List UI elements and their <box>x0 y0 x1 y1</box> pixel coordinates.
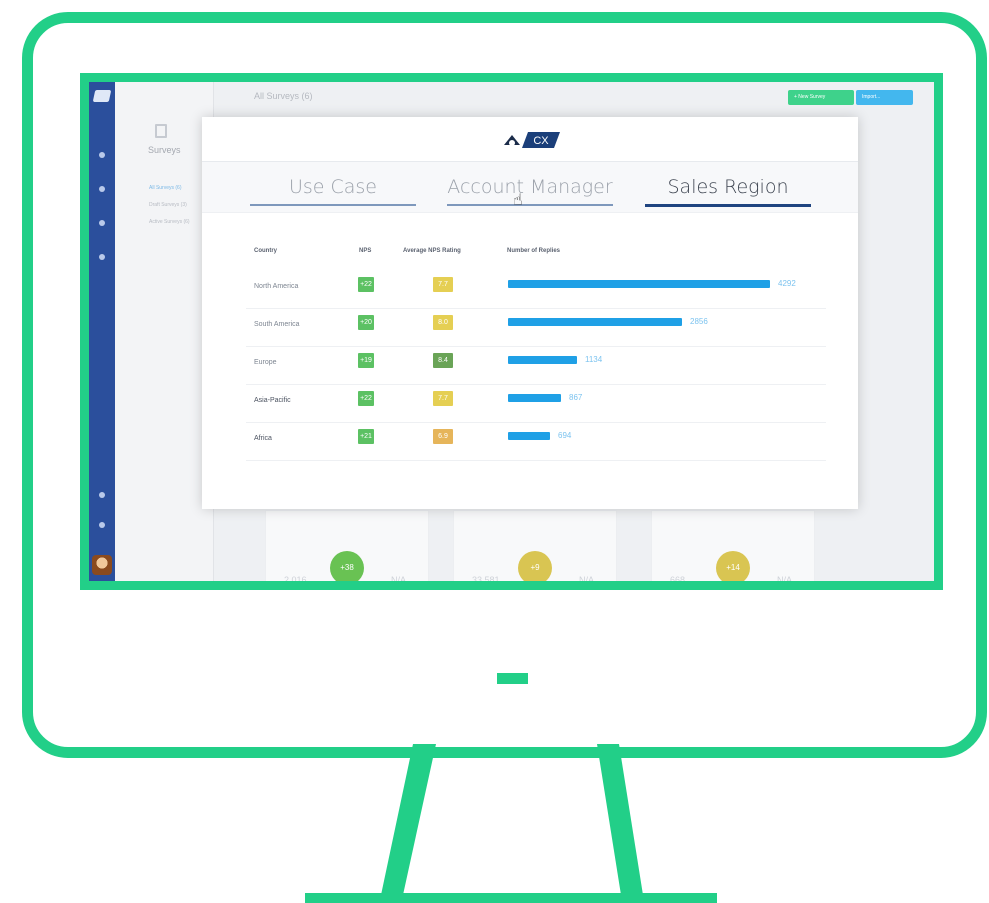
settings-icon[interactable] <box>99 522 105 528</box>
tab-use-case-underline <box>250 204 416 206</box>
import-button[interactable]: Import... <box>856 90 913 105</box>
tab-account-manager[interactable]: Account Manager <box>447 176 613 198</box>
replies-bar <box>508 432 550 440</box>
column-header-replies: Number of Replies <box>507 248 561 254</box>
country-cell: Europe <box>254 359 277 366</box>
table-row[interactable]: North America +22 7.7 4292 <box>246 268 826 309</box>
card-count: 2,016 <box>284 575 307 585</box>
replies-value: 2856 <box>690 317 708 326</box>
card-na: N/A <box>776 575 792 585</box>
tab-sales-region[interactable]: Sales Region <box>645 176 811 198</box>
nav-link-draft-surveys[interactable]: Draft Surveys (3) <box>149 202 187 208</box>
nps-breakdown-modal: CX Use Case Account Manager Sales Region… <box>202 117 858 509</box>
replies-bar <box>508 394 561 402</box>
table-row[interactable]: Africa +21 6.9 694 <box>246 420 826 461</box>
nps-badge: +19 <box>358 353 374 368</box>
nps-badge: +20 <box>358 315 374 330</box>
replies-bar <box>508 318 682 326</box>
nps-badge: +22 <box>358 391 374 406</box>
replies-bar <box>508 356 577 364</box>
hand-cursor-icon: ☝ <box>513 192 523 209</box>
score-bubble: +9 <box>518 551 552 581</box>
table-row[interactable]: Europe +19 8.4 1134 <box>246 344 826 385</box>
new-survey-button[interactable]: + New Survey <box>788 90 854 105</box>
reports-icon[interactable] <box>99 254 105 260</box>
country-cell: Asia-Pacific <box>254 397 291 404</box>
surveys-nav-panel: Surveys All Surveys (6) Draft Surveys (3… <box>115 82 214 581</box>
tab-use-case[interactable]: Use Case <box>250 176 416 198</box>
rating-badge: 6.9 <box>433 429 453 444</box>
tab-sales-region-underline <box>645 204 811 207</box>
home-icon[interactable] <box>99 152 105 158</box>
card-count: 668 <box>670 575 686 585</box>
table-row[interactable]: South America +20 8.0 2856 <box>246 306 826 347</box>
score-bubble: +38 <box>330 551 364 581</box>
column-header-country: Country <box>254 248 277 254</box>
tab-bar: Use Case Account Manager Sales Region <box>202 161 858 213</box>
replies-value: 4292 <box>778 279 796 288</box>
monitor-screen: Surveys All Surveys (6) Draft Surveys (3… <box>80 73 943 590</box>
nps-badge: +22 <box>358 277 374 292</box>
replies-value: 867 <box>569 393 583 402</box>
column-header-avg-rating: Average NPS Rating <box>403 248 461 254</box>
surveys-icon[interactable] <box>99 186 105 192</box>
page-title: All Surveys (6) <box>254 91 313 101</box>
logo-text: CX <box>533 135 549 147</box>
survey-card[interactable]: 33,581 +9 N/A <box>453 510 617 585</box>
card-na: N/A <box>578 575 594 585</box>
rating-badge: 7.7 <box>433 391 453 406</box>
rating-badge: 8.0 <box>433 315 453 330</box>
user-avatar[interactable] <box>92 555 112 575</box>
users-icon[interactable] <box>99 220 105 226</box>
app-sidebar <box>89 82 115 581</box>
rating-badge: 8.4 <box>433 353 453 368</box>
country-cell: North America <box>254 283 299 290</box>
document-icon <box>155 124 167 138</box>
country-cell: South America <box>254 321 300 328</box>
cx-logo: CX <box>504 132 560 148</box>
table-row[interactable]: Asia-Pacific +22 7.7 867 <box>246 382 826 423</box>
tab-account-manager-underline <box>447 204 613 206</box>
nps-badge: +21 <box>358 429 374 444</box>
column-header-nps: NPS <box>359 248 372 254</box>
replies-bar <box>508 280 770 288</box>
nav-link-active-surveys[interactable]: Active Surveys (6) <box>149 219 190 225</box>
country-cell: Africa <box>254 435 272 442</box>
rating-badge: 7.7 <box>433 277 453 292</box>
card-count: 33,581 <box>472 575 500 585</box>
help-icon[interactable] <box>99 492 105 498</box>
survey-card[interactable]: 2,016 +38 N/A <box>265 510 429 585</box>
replies-value: 694 <box>558 431 572 440</box>
nav-link-all-surveys[interactable]: All Surveys (6) <box>149 185 182 191</box>
survey-card[interactable]: 668 +14 N/A <box>651 510 815 585</box>
card-na: N/A <box>390 575 406 585</box>
app-logo[interactable] <box>92 90 112 102</box>
nav-title: Surveys <box>148 145 181 155</box>
replies-value: 1134 <box>585 355 603 364</box>
score-bubble: +14 <box>716 551 750 581</box>
